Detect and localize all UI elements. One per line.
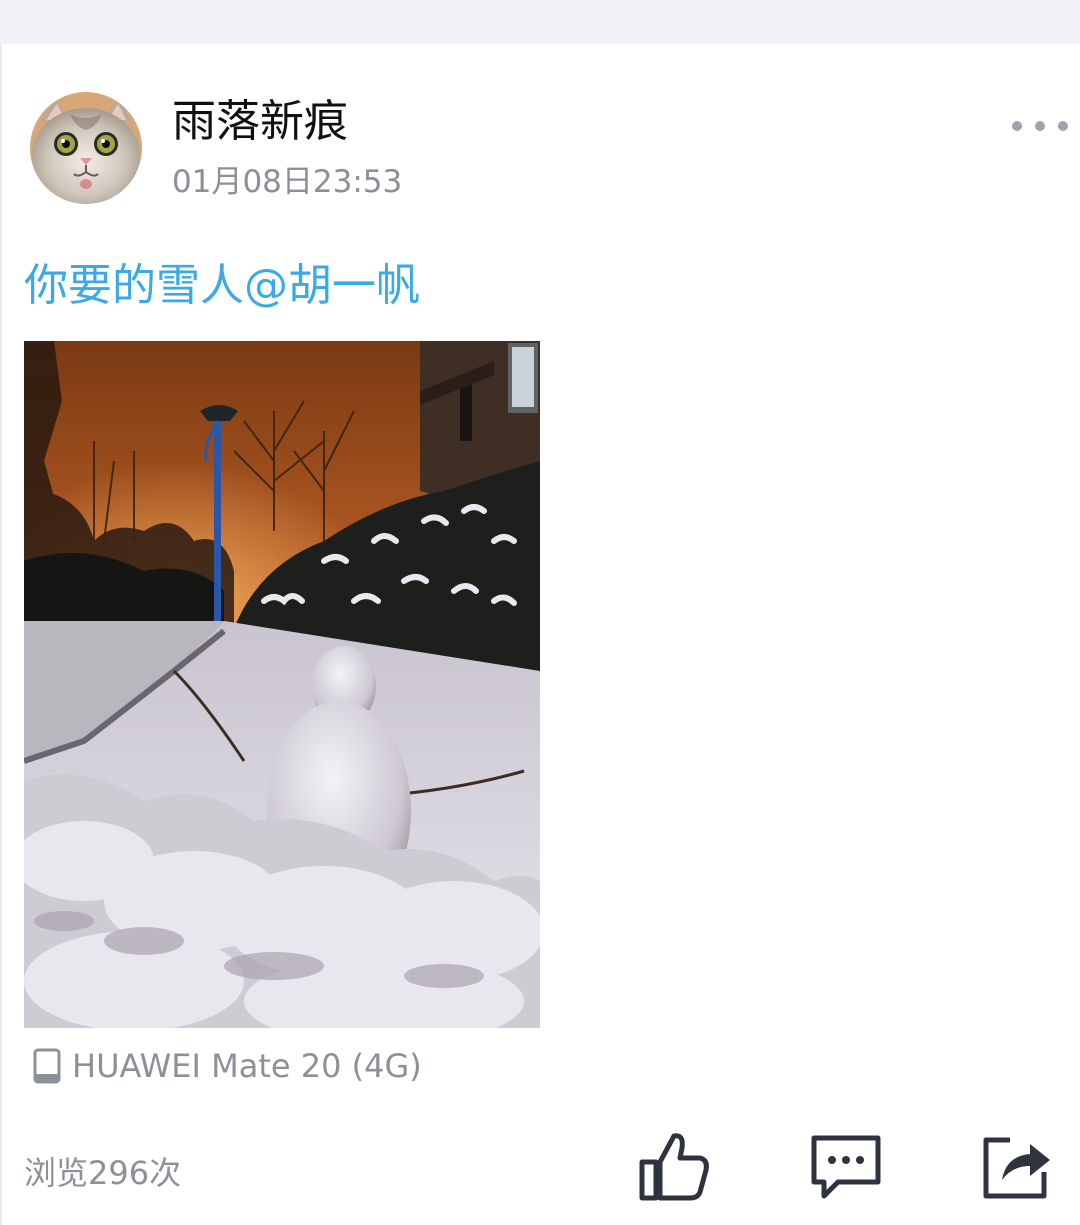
- avatar[interactable]: [30, 92, 142, 204]
- more-dots-icon: [1058, 121, 1068, 131]
- cat-avatar-image: [30, 92, 142, 204]
- device-info: HUAWEI Mate 20 (4G): [32, 1044, 422, 1088]
- share-icon: [983, 1137, 1050, 1199]
- post-timestamp: 01月08日23:53: [172, 164, 403, 200]
- snowman-photo-image: [24, 341, 540, 1028]
- more-dots-icon: [1012, 121, 1022, 131]
- top-bar: [0, 0, 1080, 44]
- more-dots-icon: [1035, 121, 1045, 131]
- device-label: HUAWEI Mate 20 (4G): [72, 1047, 422, 1085]
- comment-button[interactable]: [808, 1128, 884, 1204]
- left-divider: [0, 44, 2, 1225]
- phone-icon: [33, 1048, 61, 1084]
- post-text[interactable]: 你要的雪人@胡一帆: [24, 258, 420, 314]
- share-button[interactable]: [980, 1128, 1056, 1204]
- comment-icon: [811, 1135, 881, 1199]
- thumbs-up-icon: [639, 1133, 709, 1201]
- author-name[interactable]: 雨落新痕: [172, 92, 348, 152]
- view-count: 浏览296次: [24, 1154, 182, 1192]
- like-button[interactable]: [636, 1128, 712, 1204]
- more-options-button[interactable]: [1012, 112, 1068, 140]
- post-photo[interactable]: [24, 341, 540, 1028]
